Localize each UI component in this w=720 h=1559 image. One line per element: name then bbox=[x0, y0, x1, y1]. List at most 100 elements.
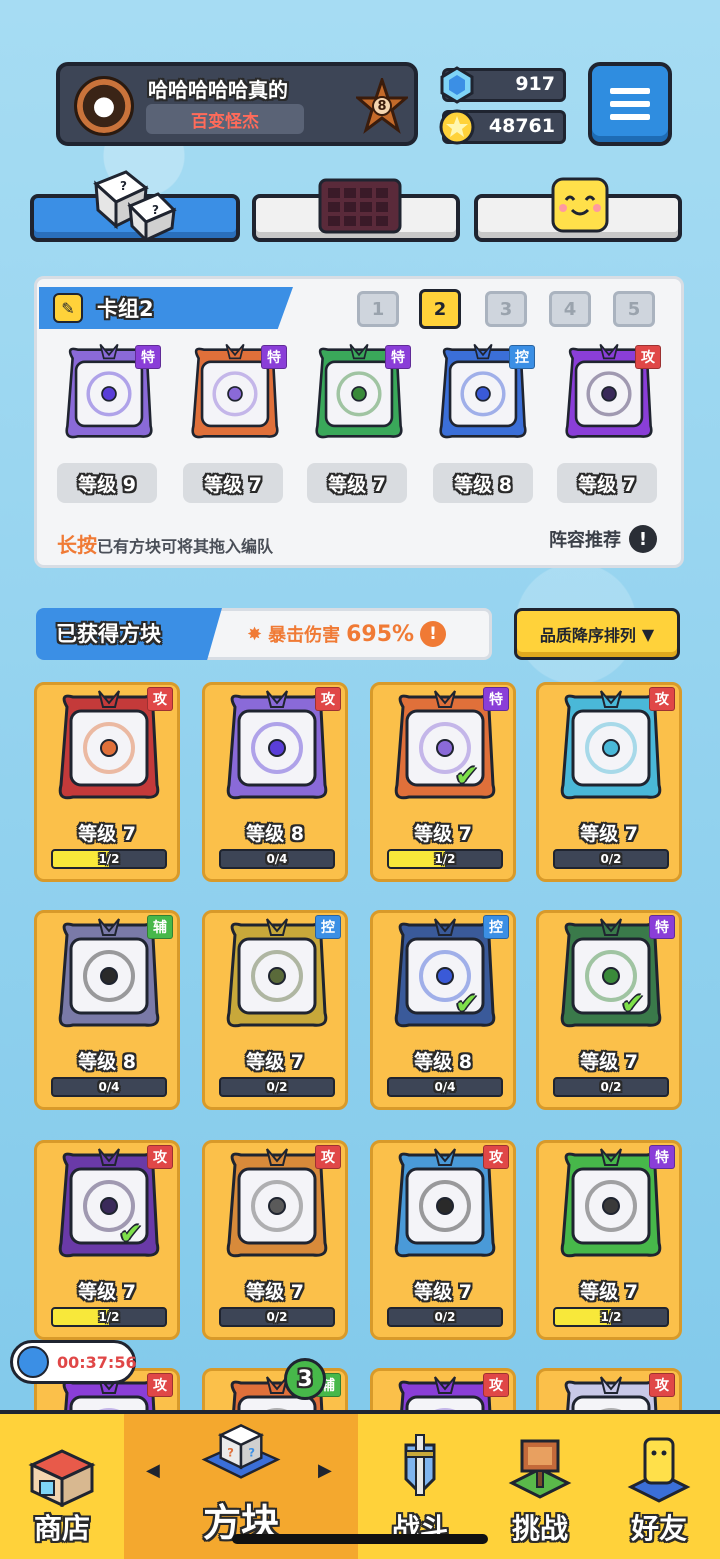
home-indicator bbox=[232, 1534, 488, 1544]
upgrade-progress-bar: 0/2 bbox=[219, 1077, 335, 1097]
deck-tab-1[interactable]: 1 bbox=[357, 291, 399, 327]
edit-pencil-icon[interactable]: ✎ bbox=[53, 293, 83, 323]
upgrade-progress-bar: 1/2 bbox=[51, 849, 167, 869]
role-tag: 控 bbox=[509, 345, 535, 369]
check-icon: ✔ bbox=[455, 987, 479, 1020]
svg-text:?: ? bbox=[248, 1445, 255, 1459]
nav-friends[interactable]: 好友 bbox=[598, 1414, 720, 1559]
crit-value: 695% bbox=[346, 621, 415, 647]
recommend-label: 阵容推荐 bbox=[549, 530, 621, 551]
gem-icon bbox=[440, 66, 474, 104]
progress-text: 0/4 bbox=[98, 1080, 120, 1094]
block-card[interactable]: 攻等级 7 0/2 bbox=[536, 682, 682, 882]
nav-prev-arrow-icon[interactable]: ◀ bbox=[146, 1460, 160, 1481]
block-card[interactable]: 攻 ✔ 等级 7 1/2 bbox=[34, 1140, 180, 1340]
sword-shield-icon bbox=[404, 1434, 436, 1496]
sort-label: 品质降序排列 bbox=[539, 626, 636, 645]
card-level: 等级 7 bbox=[78, 823, 136, 845]
deck-slot-3[interactable]: 特 bbox=[307, 341, 411, 445]
role-tag: 攻 bbox=[315, 687, 341, 711]
coin-counter[interactable]: 48761 bbox=[439, 109, 566, 145]
crit-burst-icon: ✸ bbox=[247, 623, 263, 645]
stopwatch-icon bbox=[17, 1346, 49, 1378]
avatar[interactable]: ● bbox=[74, 76, 134, 136]
progress-text: 0/2 bbox=[266, 1080, 288, 1094]
card-level: 等级 8 bbox=[246, 823, 304, 845]
owned-label-tab: 已获得方块 bbox=[36, 608, 222, 660]
nav-challenge[interactable]: 挑战 bbox=[482, 1414, 598, 1559]
svg-text:?: ? bbox=[152, 203, 159, 217]
nav-next-arrow-icon[interactable]: ▶ bbox=[318, 1460, 332, 1481]
progress-text: 0/4 bbox=[434, 1080, 456, 1094]
crit-label: 暴击伤害 bbox=[268, 625, 341, 646]
shop-timer[interactable]: 00:37:56 bbox=[10, 1340, 137, 1384]
lineup-recommend-button[interactable]: 阵容推荐 ! bbox=[549, 525, 657, 553]
deck-slot-5[interactable]: 攻 bbox=[557, 341, 661, 445]
deck-slot-1[interactable]: 特 bbox=[57, 341, 161, 445]
nav-friends-label: 好友 bbox=[630, 1512, 687, 1545]
deck-panel: ✎ 卡组2 1 2 3 4 5 特等级 9 特等级 7 特等级 7 控等级 8 攻等级 … bbox=[34, 276, 684, 568]
deck-slot-level: 等级 7 bbox=[557, 463, 657, 503]
deck-tab-2[interactable]: 2 bbox=[419, 289, 461, 329]
deck-tab-5[interactable]: 5 bbox=[613, 291, 655, 327]
dice-icon: ? ? bbox=[93, 170, 177, 242]
role-tag: 特 bbox=[135, 345, 161, 369]
upgrade-progress-bar: 0/2 bbox=[219, 1307, 335, 1327]
block-card[interactable]: 辅等级 8 0/4 bbox=[34, 910, 180, 1110]
upgrade-progress-bar: 0/4 bbox=[51, 1077, 167, 1097]
crit-info-icon: ! bbox=[420, 621, 447, 647]
drag-hint: 长按已有方块可将其拖入编队 bbox=[57, 529, 273, 558]
block-card[interactable]: 攻等级 7 1/2 bbox=[34, 682, 180, 882]
block-card[interactable]: 控 ✔ 等级 8 0/4 bbox=[370, 910, 516, 1110]
gem-counter[interactable]: 917 bbox=[440, 66, 566, 104]
role-tag: 攻 bbox=[649, 1373, 675, 1397]
deck-slot-level: 等级 8 bbox=[433, 463, 533, 503]
role-tag: 控 bbox=[315, 915, 341, 939]
progress-text: 0/2 bbox=[600, 852, 622, 866]
svg-text:?: ? bbox=[227, 1445, 234, 1459]
role-tag: 特 bbox=[385, 345, 411, 369]
block-card[interactable]: 特 ✔ 等级 7 0/2 bbox=[536, 910, 682, 1110]
player-title: 百变怪杰 bbox=[146, 104, 304, 134]
timer-text: 00:37:56 bbox=[57, 1352, 137, 1372]
role-tag: 攻 bbox=[315, 1145, 341, 1169]
deck-tab-4[interactable]: 4 bbox=[549, 291, 591, 327]
crit-damage[interactable]: ✸ 暴击伤害 695% ! bbox=[247, 621, 447, 647]
block-card[interactable]: 攻等级 8 0/4 bbox=[202, 682, 348, 882]
deck-slot-2[interactable]: 特 bbox=[183, 341, 287, 445]
role-tag: 控 bbox=[483, 915, 509, 939]
card-level: 等级 8 bbox=[414, 1051, 472, 1073]
block-card[interactable]: 攻等级 7 0/2 bbox=[202, 1140, 348, 1340]
nav-shop[interactable]: 商店 bbox=[0, 1414, 124, 1559]
card-level: 等级 7 bbox=[580, 1051, 638, 1073]
blocks-badge: 3 bbox=[284, 1358, 326, 1400]
deck-slot-4[interactable]: 控 bbox=[431, 341, 535, 445]
card-level: 等级 7 bbox=[580, 823, 638, 845]
card-level: 等级 7 bbox=[78, 1281, 136, 1303]
block-card[interactable]: 攻等级 7 0/2 bbox=[370, 1140, 516, 1340]
smiley-cube-icon bbox=[551, 177, 609, 233]
role-tag: 攻 bbox=[147, 687, 173, 711]
upgrade-progress-bar: 0/2 bbox=[553, 1077, 669, 1097]
check-icon: ✔ bbox=[621, 987, 645, 1020]
progress-text: 1/2 bbox=[600, 1310, 622, 1324]
sort-button[interactable]: 品质降序排列 ▼ bbox=[514, 608, 680, 660]
mystery-cube-icon: ? ? bbox=[201, 1424, 281, 1479]
block-card[interactable]: 特等级 7 1/2 bbox=[536, 1140, 682, 1340]
block-card[interactable]: 控等级 7 0/2 bbox=[202, 910, 348, 1110]
block-card[interactable]: 特 ✔ 等级 7 1/2 bbox=[370, 682, 516, 882]
profile-panel[interactable]: ● 哈哈哈哈哈真的 百变怪杰 8 bbox=[56, 62, 418, 146]
upgrade-progress-bar: 1/2 bbox=[553, 1307, 669, 1327]
role-tag: 攻 bbox=[147, 1145, 173, 1169]
card-level: 等级 7 bbox=[414, 823, 472, 845]
friend-figure-icon bbox=[627, 1437, 691, 1503]
menu-button[interactable] bbox=[588, 62, 672, 146]
menu-icon bbox=[610, 88, 650, 94]
check-icon: ✔ bbox=[455, 759, 479, 792]
role-tag: 特 bbox=[483, 687, 509, 711]
deck-slot-level: 等级 7 bbox=[183, 463, 283, 503]
deck-slot-level: 等级 7 bbox=[307, 463, 407, 503]
svg-text:?: ? bbox=[120, 179, 127, 193]
role-tag: 攻 bbox=[483, 1145, 509, 1169]
deck-tab-3[interactable]: 3 bbox=[485, 291, 527, 327]
